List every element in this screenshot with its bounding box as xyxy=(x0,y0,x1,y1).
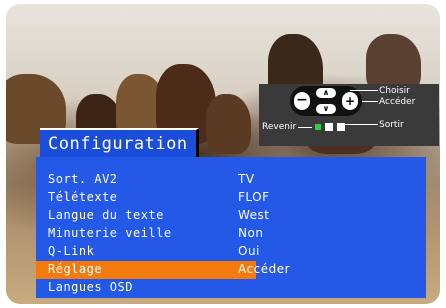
left-arrow-icon: − xyxy=(294,92,310,110)
down-arrow-icon: ∨ xyxy=(316,104,336,114)
up-arrow-icon: ∧ xyxy=(316,88,336,98)
menu-item-value: Non xyxy=(238,226,264,240)
menu-item-label: Télétexte xyxy=(48,190,118,204)
menu-item-minuterie-veille[interactable]: Minuterie veille Non xyxy=(36,225,426,243)
help-sortir: Sortir xyxy=(379,120,404,130)
menu-item-label: Réglage xyxy=(48,262,103,276)
menu-item-label: Langues OSD xyxy=(48,280,133,294)
menu-item-value: TV xyxy=(238,172,255,186)
menu-item-langue-texte[interactable]: Langue du texte West xyxy=(36,207,426,225)
connector-line xyxy=(362,101,378,102)
menu-item-label: Langue du texte xyxy=(48,208,164,222)
background-horse xyxy=(206,94,251,154)
connector-line xyxy=(340,124,378,125)
connector-line xyxy=(350,90,378,91)
help-choisir: Choisir xyxy=(379,86,410,96)
menu-item-value: Accéder xyxy=(238,262,291,276)
green-key-icon xyxy=(315,124,321,130)
menu-item-label: Minuterie veille xyxy=(48,226,172,240)
menu-item-teletexte[interactable]: Télétexte FLOF xyxy=(36,189,426,207)
help-revenir: Revenir xyxy=(262,122,297,132)
right-plus-icon: + xyxy=(342,92,358,110)
menu-item-reglage[interactable]: Réglage Accéder xyxy=(36,261,426,279)
help-acceder: Accéder xyxy=(379,97,416,107)
menu-item-sort-av2[interactable]: Sort. AV2 TV xyxy=(36,171,426,189)
menu-item-value: Oui xyxy=(238,244,260,258)
menu-item-langues-osd[interactable]: Langues OSD xyxy=(36,279,426,297)
menu-item-value: West xyxy=(238,208,270,222)
menu-item-label: Q-Link xyxy=(48,244,95,258)
white-key-icon xyxy=(337,123,345,131)
white-key-icon xyxy=(325,123,333,131)
menu-item-label: Sort. AV2 xyxy=(48,172,118,186)
menu-item-value: FLOF xyxy=(238,190,270,204)
menu-panel: Sort. AV2 TV Télétexte FLOF Langue du te… xyxy=(36,157,426,298)
menu-item-q-link[interactable]: Q-Link Oui xyxy=(36,243,426,261)
connector-line xyxy=(298,127,312,128)
